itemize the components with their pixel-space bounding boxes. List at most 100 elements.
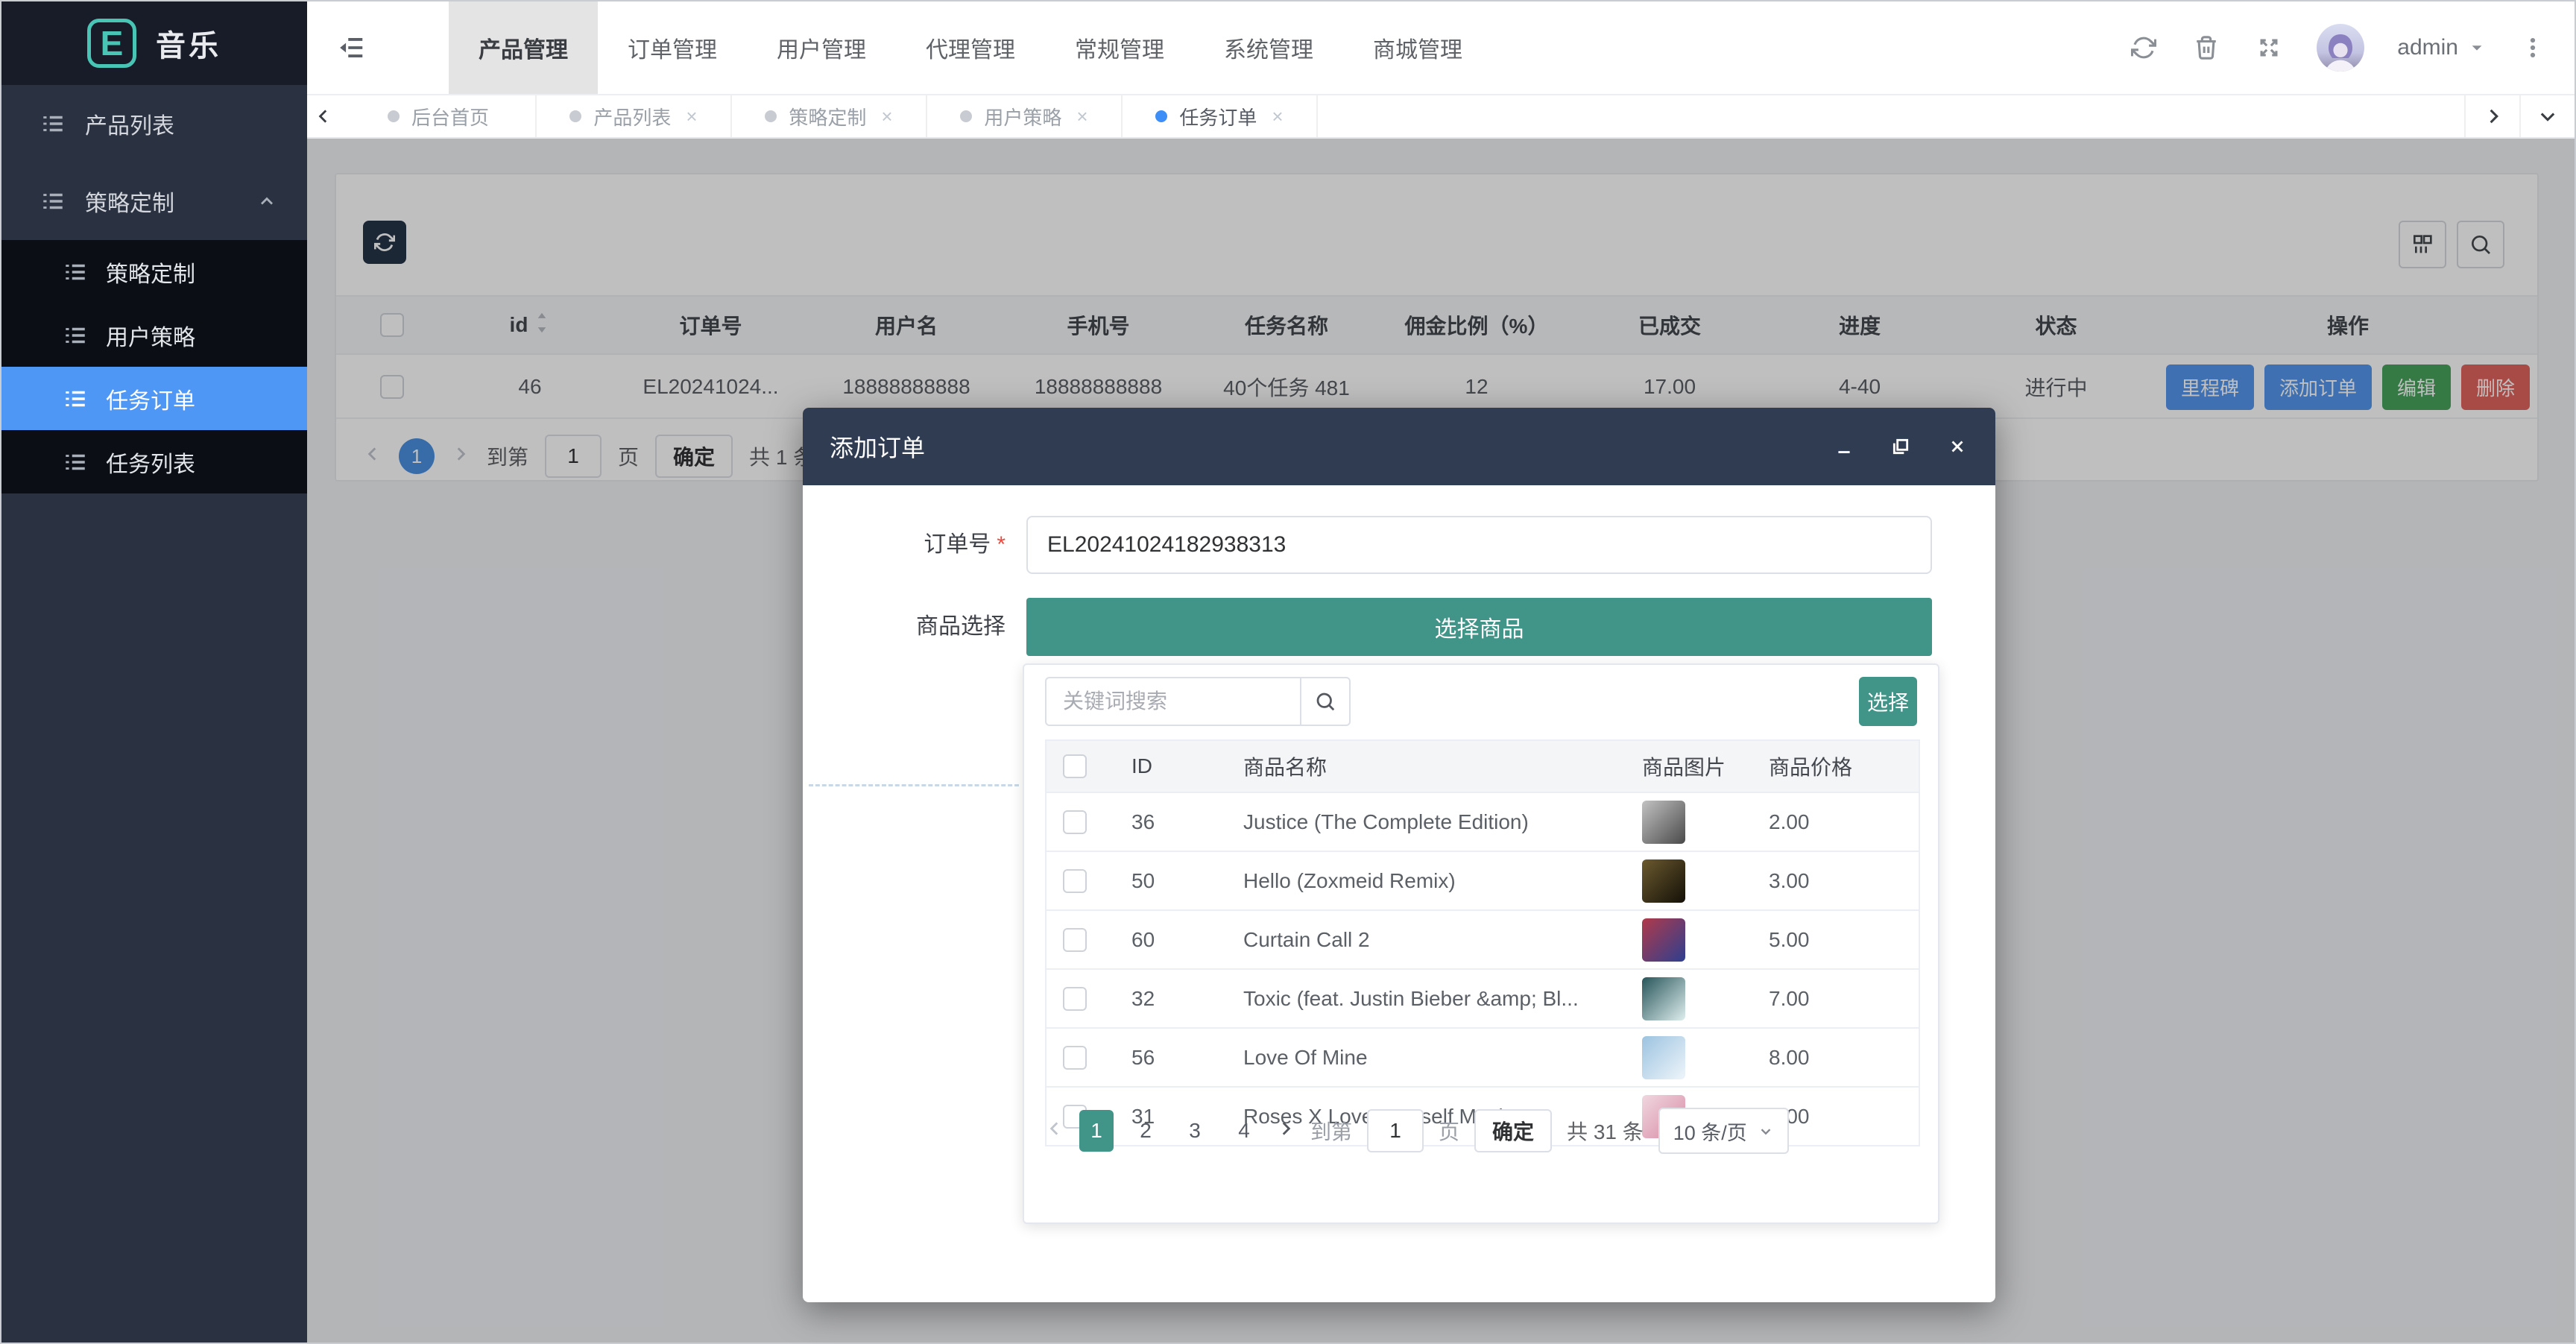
album-art-image — [1642, 859, 1685, 903]
product-page-2-button[interactable]: 2 — [1128, 1110, 1163, 1152]
topnav-item-product[interactable]: 产品管理 — [449, 1, 598, 94]
fullscreen-button[interactable] — [2254, 33, 2284, 63]
keyword-search-input[interactable] — [1045, 677, 1300, 726]
product-col-image: 商品图片 — [1626, 751, 1752, 781]
tabs-scroll-left-button[interactable] — [307, 95, 341, 137]
list-icon — [63, 323, 88, 348]
product-prev-page-button[interactable] — [1045, 1119, 1064, 1143]
brand-logo-icon: E — [87, 19, 136, 68]
product-goto-confirm-button[interactable]: 确定 — [1474, 1109, 1552, 1152]
product-row[interactable]: 60 Curtain Call 2 5.00 — [1045, 911, 1920, 970]
product-page-3-button[interactable]: 3 — [1178, 1110, 1212, 1152]
tab-close-icon[interactable]: × — [881, 105, 892, 128]
tab-strategy[interactable]: 策略定制 × — [732, 95, 927, 137]
more-options-button[interactable] — [2518, 33, 2548, 63]
topnav-item-general[interactable]: 常规管理 — [1045, 1, 1194, 94]
product-id: 32 — [1115, 987, 1227, 1011]
maximize-icon — [1891, 437, 1910, 456]
tab-close-icon[interactable]: × — [1272, 105, 1283, 128]
sidebar-subitem-task-orders[interactable]: 任务订单 — [1, 367, 307, 430]
close-button[interactable] — [1946, 435, 1969, 458]
sidebar-subitem-task-list[interactable]: 任务列表 — [1, 430, 307, 493]
chevron-right-icon — [2482, 106, 2503, 127]
collapse-sidebar-button[interactable] — [307, 1, 397, 94]
topnav-item-user[interactable]: 用户管理 — [747, 1, 896, 94]
product-page-4-button[interactable]: 4 — [1227, 1110, 1261, 1152]
maximize-button[interactable] — [1890, 435, 1912, 458]
tab-close-icon[interactable]: × — [1076, 105, 1087, 128]
page-size-select[interactable]: 10 条/页 — [1658, 1108, 1789, 1154]
product-page-1-button[interactable]: 1 — [1079, 1110, 1114, 1152]
order-no-input[interactable] — [1026, 516, 1932, 574]
select-all-products-checkbox[interactable] — [1063, 754, 1087, 778]
sidebar-nav: 产品列表 策略定制 策略定制 用户策略 任务订单 — [1, 85, 307, 493]
list-icon — [63, 259, 88, 285]
topnav-item-system[interactable]: 系统管理 — [1194, 1, 1343, 94]
product-checkbox[interactable] — [1063, 869, 1087, 893]
product-name: Curtain Call 2 — [1227, 928, 1626, 952]
clear-cache-button[interactable] — [2191, 33, 2221, 63]
product-select-label: 商品选择 — [803, 598, 1006, 656]
tab-product-list[interactable]: 产品列表 × — [537, 95, 732, 137]
album-art-image — [1642, 801, 1685, 844]
album-art-image — [1642, 977, 1685, 1020]
product-picker-panel: 选择 ID 商品名称 商品图片 商品价格 36 Justice (The Com… — [1023, 663, 1939, 1224]
chevron-down-icon — [2537, 106, 2558, 127]
sidebar-item-label: 产品列表 — [85, 107, 174, 140]
product-checkbox[interactable] — [1063, 810, 1087, 834]
sidebar-item-product-list[interactable]: 产品列表 — [1, 85, 307, 163]
product-row[interactable]: 50 Hello (Zoxmeid Remix) 3.00 — [1045, 852, 1920, 911]
product-name: Hello (Zoxmeid Remix) — [1227, 869, 1626, 893]
brand-logo: E 音乐 — [1, 1, 307, 85]
product-next-page-button[interactable] — [1276, 1119, 1295, 1143]
sidebar-subitem-strategy[interactable]: 策略定制 — [1, 240, 307, 303]
tabs-menu-button[interactable] — [2519, 95, 2575, 137]
select-product-button[interactable]: 选择商品 — [1026, 598, 1932, 656]
order-no-label: 订单号* — [803, 516, 1006, 574]
refresh-page-button[interactable] — [2129, 33, 2159, 63]
product-name: Justice (The Complete Edition) — [1227, 810, 1626, 834]
product-total-count-label: 共 31 条 — [1567, 1116, 1644, 1146]
caret-down-icon — [2469, 40, 2485, 56]
product-checkbox[interactable] — [1063, 1046, 1087, 1070]
confirm-select-button[interactable]: 选择 — [1859, 677, 1917, 726]
tab-task-orders[interactable]: 任务订单 × — [1123, 95, 1318, 137]
search-icon — [1314, 690, 1336, 713]
product-id: 60 — [1115, 928, 1227, 952]
chevron-up-icon — [256, 191, 277, 212]
topnav-item-agent[interactable]: 代理管理 — [896, 1, 1045, 94]
keyword-search-button[interactable] — [1300, 677, 1351, 726]
required-mark: * — [997, 532, 1006, 557]
tab-dot — [569, 110, 581, 122]
tab-dashboard[interactable]: 后台首页 — [341, 95, 537, 137]
user-menu[interactable]: admin — [2397, 35, 2485, 60]
refresh-icon — [2131, 35, 2156, 60]
product-name: Love Of Mine — [1227, 1046, 1626, 1070]
tab-close-icon[interactable]: × — [686, 105, 697, 128]
chevron-down-icon — [1758, 1123, 1774, 1139]
product-goto-page-input[interactable] — [1367, 1109, 1424, 1152]
product-checkbox[interactable] — [1063, 928, 1087, 952]
product-id: 50 — [1115, 869, 1227, 893]
sidebar-subitem-user-strategy[interactable]: 用户策略 — [1, 303, 307, 367]
add-order-modal: 添加订单 订单号* 商品选择 选择商品 — [803, 408, 1995, 1302]
list-icon — [63, 449, 88, 475]
user-avatar[interactable] — [2317, 24, 2364, 72]
tabs-scroll-right-button[interactable] — [2464, 95, 2519, 137]
sidebar-item-strategy[interactable]: 策略定制 — [1, 163, 307, 240]
chevron-left-icon — [1045, 1119, 1064, 1138]
product-price: 8.00 — [1752, 1046, 1922, 1070]
content-area: id 订单号 用户名 手机号 任务名称 佣金比例（%） 已成交 进度 状态 操作… — [307, 139, 2575, 1343]
sidebar-subitem-label: 任务订单 — [106, 382, 195, 415]
tab-user-strategy[interactable]: 用户策略 × — [927, 95, 1123, 137]
product-row[interactable]: 32 Toxic (feat. Justin Bieber &amp; Bl..… — [1045, 970, 1920, 1029]
minimize-button[interactable] — [1833, 435, 1855, 458]
topnav-item-order[interactable]: 订单管理 — [598, 1, 747, 94]
tabbar-spacer — [1318, 95, 2464, 137]
tabbar: 后台首页 产品列表 × 策略定制 × 用户策略 × 任务订单 × — [307, 95, 2575, 139]
product-row[interactable]: 36 Justice (The Complete Edition) 2.00 — [1045, 793, 1920, 852]
modal-header[interactable]: 添加订单 — [803, 408, 1995, 485]
product-row[interactable]: 56 Love Of Mine 8.00 — [1045, 1029, 1920, 1088]
topnav-item-mall[interactable]: 商城管理 — [1343, 1, 1492, 94]
product-checkbox[interactable] — [1063, 987, 1087, 1011]
